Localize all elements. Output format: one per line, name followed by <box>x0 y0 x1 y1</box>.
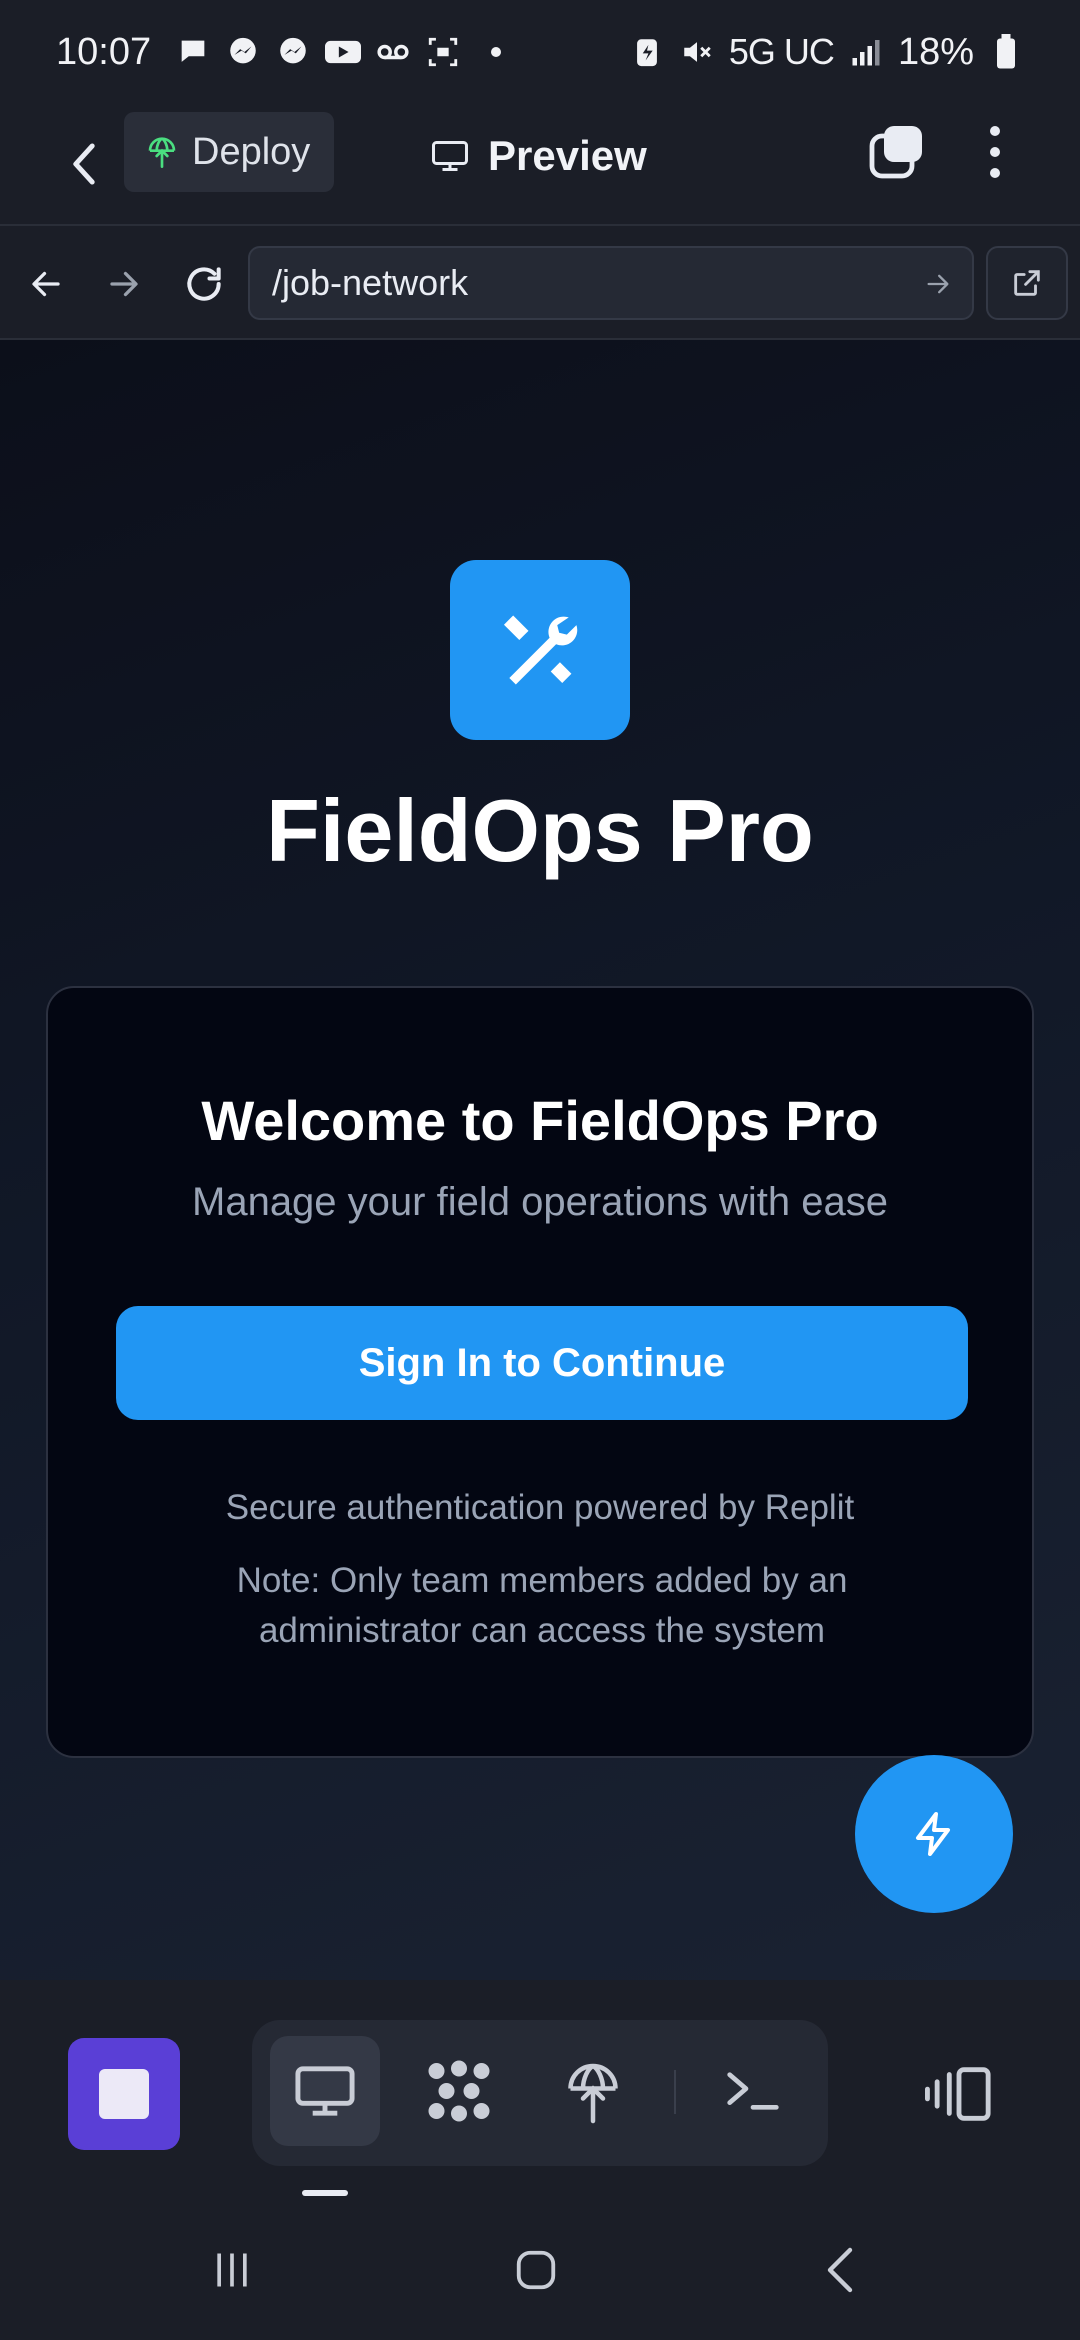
secure-auth-note: Secure authentication powered by Replit <box>225 1488 855 1527</box>
preview-tab-title: Preview <box>430 120 647 192</box>
more-menu-button[interactable] <box>980 122 1010 182</box>
devices-button[interactable] <box>916 2038 1002 2150</box>
url-go-button[interactable] <box>918 264 958 304</box>
recent-apps-button[interactable] <box>200 2240 264 2300</box>
youtube-icon <box>325 34 362 70</box>
status-left: 10:07 <box>56 30 502 74</box>
reload-icon <box>187 267 221 301</box>
reload-button[interactable] <box>176 256 232 312</box>
browser-bar: /job-network <box>0 224 1080 340</box>
tabs-icon <box>869 126 922 179</box>
devices-icon <box>925 2067 991 2121</box>
stop-button[interactable] <box>68 2038 180 2150</box>
arrow-right-icon <box>110 271 138 297</box>
open-external-button[interactable] <box>986 246 1068 320</box>
url-input[interactable]: /job-network <box>248 246 974 320</box>
url-text: /job-network <box>272 262 469 303</box>
tool-tab-deployments[interactable] <box>538 2036 648 2146</box>
arrow-right-icon <box>927 274 949 294</box>
tools-icon <box>503 615 578 685</box>
tool-tab-shell[interactable] <box>698 2036 808 2146</box>
status-time: 10:07 <box>56 30 152 73</box>
recents-icon <box>217 2253 247 2287</box>
battery-percent: 18% <box>897 30 974 73</box>
kebab-dot <box>990 168 1000 178</box>
messenger-icon <box>275 34 311 70</box>
system-nav-bar <box>0 2200 1080 2340</box>
browser-forward-button[interactable] <box>96 256 152 312</box>
notification-dot <box>491 47 502 57</box>
tabs-button[interactable] <box>866 122 926 182</box>
home-icon <box>516 2250 556 2290</box>
stop-icon <box>99 2069 149 2119</box>
battery-saver-icon <box>629 34 665 70</box>
messenger-icon <box>225 34 261 70</box>
chevron-left-icon <box>827 2247 853 2293</box>
voicemail-icon <box>375 34 411 70</box>
deploy-icon <box>148 137 176 168</box>
deploy-label: Deploy <box>192 130 311 173</box>
active-tab-indicator <box>302 2190 348 2196</box>
login-card: Welcome to FieldOps Pro Manage your fiel… <box>46 986 1034 1758</box>
app-logo <box>450 560 630 740</box>
access-note: Note: Only team members added by an admi… <box>236 1561 848 1650</box>
kebab-dot <box>990 147 1000 157</box>
chevron-left-icon <box>73 143 95 185</box>
screen-record-icon <box>425 34 461 70</box>
signal-icon <box>848 34 884 70</box>
status-right: 5G UC 18% <box>629 31 1024 74</box>
sign-in-button[interactable]: Sign In to Continue <box>116 1306 968 1420</box>
network-type: 5G UC <box>728 31 835 72</box>
preview-label: Preview <box>488 132 647 179</box>
tool-tabs <box>252 2020 828 2166</box>
tool-tab-network[interactable] <box>404 2036 514 2146</box>
terminal-icon <box>727 2072 779 2110</box>
welcome-title: Welcome to FieldOps Pro <box>201 1089 879 1152</box>
kebab-dot <box>990 126 1000 136</box>
network-icon <box>428 2060 490 2122</box>
system-back-button[interactable] <box>810 2240 870 2300</box>
external-link-icon <box>1014 270 1040 296</box>
chat-bubble-icon <box>175 34 211 70</box>
deploy-icon <box>568 2063 618 2124</box>
status-bar: 10:07 5G UC 18% <box>0 0 1080 104</box>
back-button[interactable] <box>54 132 114 196</box>
tool-divider <box>674 2070 676 2114</box>
tool-tab-preview[interactable] <box>270 2036 380 2146</box>
browser-back-button[interactable] <box>18 256 74 312</box>
mute-icon <box>679 34 715 70</box>
welcome-subtitle: Manage your field operations with ease <box>192 1180 888 1224</box>
preview-area: FieldOps Pro Welcome to FieldOps Pro Man… <box>0 340 1080 1980</box>
battery-icon <box>988 34 1024 70</box>
monitor-icon <box>432 141 468 171</box>
quick-action-button[interactable] <box>855 1755 1013 1913</box>
arrow-left-icon <box>32 271 60 297</box>
home-button[interactable] <box>506 2240 566 2300</box>
app-title: FieldOps Pro <box>266 781 814 880</box>
app-bar: Deploy Preview <box>0 104 1080 224</box>
monitor-icon <box>295 2066 355 2116</box>
deploy-button[interactable]: Deploy <box>124 112 334 192</box>
bottom-toolbar <box>0 1980 1080 2200</box>
lightning-icon <box>916 1812 950 1856</box>
